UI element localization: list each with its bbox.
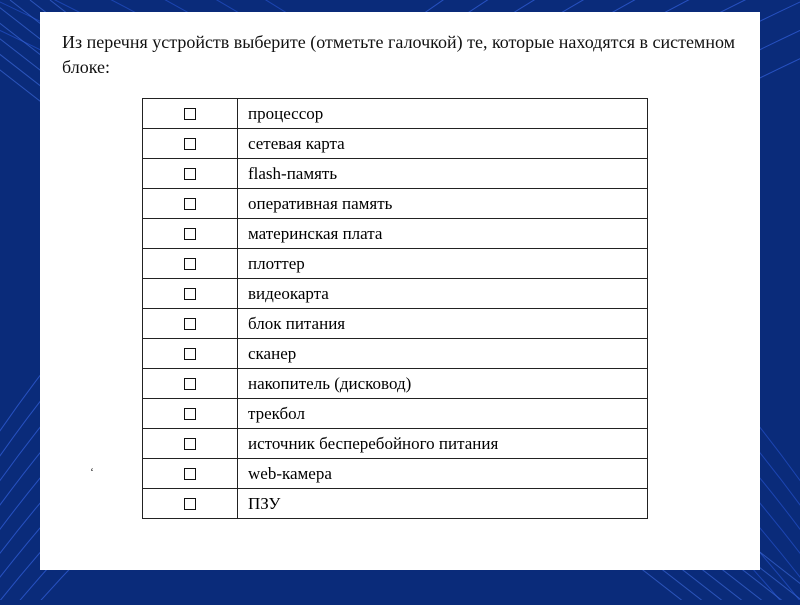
stray-mark: ‘ <box>90 465 94 480</box>
checkbox-cell[interactable] <box>143 429 238 459</box>
checkbox-icon[interactable] <box>184 468 196 480</box>
question-text: Из перечня устройств выберите (отметьте … <box>62 30 738 80</box>
checkbox-cell[interactable] <box>143 339 238 369</box>
device-label: видеокарта <box>238 279 648 309</box>
device-label: накопитель (дисковод) <box>238 369 648 399</box>
checkbox-cell[interactable] <box>143 459 238 489</box>
checkbox-icon[interactable] <box>184 168 196 180</box>
table-row: материнская плата <box>143 219 648 249</box>
device-label: flash-память <box>238 159 648 189</box>
checkbox-icon[interactable] <box>184 408 196 420</box>
device-label: источник бесперебойного питания <box>238 429 648 459</box>
checkbox-icon[interactable] <box>184 198 196 210</box>
checkbox-cell[interactable] <box>143 279 238 309</box>
device-label: сетевая карта <box>238 129 648 159</box>
checkbox-cell[interactable] <box>143 129 238 159</box>
table-row: flash-память <box>143 159 648 189</box>
device-label: блок питания <box>238 309 648 339</box>
device-label: сканер <box>238 339 648 369</box>
device-label: материнская плата <box>238 219 648 249</box>
table-row: web-камера <box>143 459 648 489</box>
device-label: процессор <box>238 99 648 129</box>
checkbox-cell[interactable] <box>143 369 238 399</box>
table-row: видеокарта <box>143 279 648 309</box>
device-label: ПЗУ <box>238 489 648 519</box>
checkbox-cell[interactable] <box>143 99 238 129</box>
device-label: оперативная память <box>238 189 648 219</box>
checkbox-icon[interactable] <box>184 348 196 360</box>
table-row: сканер <box>143 339 648 369</box>
device-label: трекбол <box>238 399 648 429</box>
table-row: процессор <box>143 99 648 129</box>
checkbox-cell[interactable] <box>143 189 238 219</box>
table-row: трекбол <box>143 399 648 429</box>
checkbox-icon[interactable] <box>184 258 196 270</box>
checkbox-cell[interactable] <box>143 489 238 519</box>
table-row: сетевая карта <box>143 129 648 159</box>
checkbox-icon[interactable] <box>184 288 196 300</box>
checkbox-icon[interactable] <box>184 378 196 390</box>
checkbox-icon[interactable] <box>184 498 196 510</box>
checkbox-cell[interactable] <box>143 249 238 279</box>
table-row: накопитель (дисковод) <box>143 369 648 399</box>
checkbox-icon[interactable] <box>184 108 196 120</box>
table-row: источник бесперебойного питания <box>143 429 648 459</box>
checkbox-icon[interactable] <box>184 438 196 450</box>
checkbox-cell[interactable] <box>143 309 238 339</box>
checkbox-cell[interactable] <box>143 399 238 429</box>
checkbox-icon[interactable] <box>184 138 196 150</box>
checkbox-cell[interactable] <box>143 219 238 249</box>
devices-table: процессорсетевая картаflash-памятьоперат… <box>142 98 648 519</box>
devices-table-wrap: процессорсетевая картаflash-памятьоперат… <box>142 98 648 519</box>
table-row: блок питания <box>143 309 648 339</box>
table-row: плоттер <box>143 249 648 279</box>
device-label: web-камера <box>238 459 648 489</box>
checkbox-icon[interactable] <box>184 318 196 330</box>
device-label: плоттер <box>238 249 648 279</box>
checkbox-icon[interactable] <box>184 228 196 240</box>
table-row: оперативная память <box>143 189 648 219</box>
question-card: Из перечня устройств выберите (отметьте … <box>40 12 760 570</box>
checkbox-cell[interactable] <box>143 159 238 189</box>
table-row: ПЗУ <box>143 489 648 519</box>
